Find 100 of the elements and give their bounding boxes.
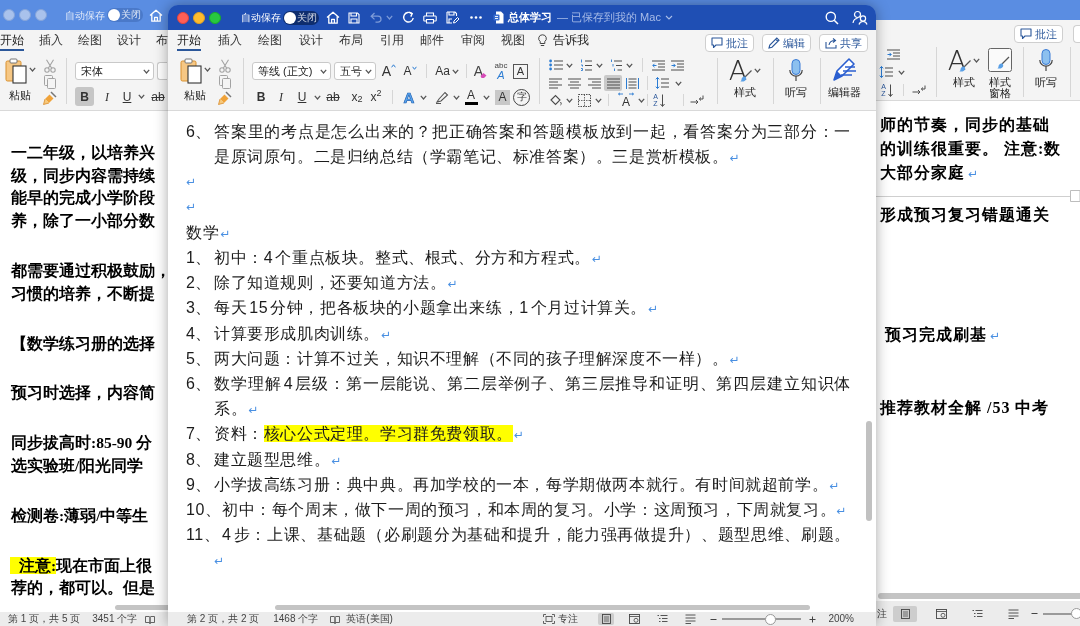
dictate-button[interactable]: 听写 [783, 56, 809, 98]
ribbon-tab[interactable]: 邮件 [420, 30, 444, 51]
align-distributed-button[interactable] [623, 75, 641, 91]
superscript-button[interactable]: x$^{2}$ [368, 88, 384, 106]
print-layout-button[interactable] [893, 605, 917, 622]
ribbon-tab[interactable]: 绘图 [78, 30, 102, 51]
dictate-button[interactable]: 听写 [1033, 46, 1059, 88]
home-icon[interactable] [326, 11, 340, 24]
underline-button[interactable]: U [120, 87, 134, 106]
strikethrough-button[interactable]: ab [150, 87, 166, 106]
caret-icon[interactable] [451, 68, 459, 74]
ribbon-tab[interactable]: 插入 [217, 30, 242, 51]
comment-button[interactable]: 批注 [705, 34, 754, 52]
styles-button[interactable]: A 样式 [945, 46, 983, 88]
caret-icon[interactable] [566, 97, 573, 103]
multilevel-list-icon[interactable] [610, 59, 622, 71]
caret-icon[interactable] [638, 97, 645, 103]
numbering-icon[interactable] [580, 59, 592, 71]
ribbon-tab[interactable]: 视图 [501, 30, 525, 51]
print-icon[interactable] [423, 11, 437, 24]
autosave-toggle[interactable]: 关闭 [107, 8, 143, 22]
shrink-font-button[interactable]: A [403, 62, 417, 80]
chevron-icon[interactable] [664, 15, 673, 20]
edit-button[interactable]: 编辑 [762, 34, 811, 52]
ribbon-tab[interactable]: 插入 [39, 30, 63, 51]
clear-formatting-button[interactable]: A [473, 62, 488, 80]
line-spacing-icon[interactable] [655, 77, 669, 89]
caret-icon[interactable] [483, 94, 490, 100]
save-as-icon[interactable] [446, 11, 459, 24]
zoom-slider[interactable] [1043, 608, 1080, 619]
strikethrough-button[interactable]: ab [325, 88, 341, 106]
ribbon-tab[interactable]: 布局 [339, 30, 363, 51]
autosave-toggle[interactable]: 关闭 [283, 10, 319, 25]
comment-button[interactable]: 批注 [1014, 25, 1063, 43]
font-size-field[interactable]: 五号 [334, 62, 376, 80]
caret-icon[interactable] [320, 68, 327, 74]
caret-icon[interactable] [626, 62, 633, 68]
slider-thumb[interactable] [765, 613, 777, 625]
italic-button[interactable]: I [273, 88, 289, 106]
font-size-field[interactable] [157, 62, 167, 80]
zoom-slider[interactable] [722, 613, 802, 625]
bold-button[interactable]: B [75, 87, 94, 106]
proofing-icon[interactable] [330, 614, 341, 624]
character-shading-button[interactable]: A [495, 89, 510, 105]
bold-button[interactable]: B [253, 88, 269, 106]
tell-me-button[interactable]: 告诉我 [538, 30, 589, 51]
caret-icon[interactable] [203, 67, 211, 72]
line-spacing-icon[interactable] [879, 66, 893, 78]
more-icon[interactable] [470, 16, 482, 19]
caret-icon[interactable] [453, 94, 460, 100]
vertical-scrollbar[interactable] [866, 421, 872, 521]
minus-icon[interactable] [1031, 610, 1038, 617]
caret-icon[interactable] [365, 68, 372, 74]
italic-button[interactable]: I [100, 87, 114, 106]
editor-button[interactable]: 编辑器 [827, 56, 861, 98]
caret-icon[interactable] [973, 57, 981, 63]
format-painter-icon[interactable] [218, 91, 232, 105]
caret-icon[interactable] [595, 97, 602, 103]
caret-icon[interactable] [675, 80, 682, 86]
borders-icon[interactable] [578, 93, 591, 107]
caret-icon[interactable] [143, 68, 150, 74]
ribbon-tab[interactable]: 审阅 [460, 30, 485, 51]
grow-font-button[interactable]: A [381, 62, 397, 80]
minimize-button[interactable] [193, 11, 205, 24]
ribbon-tab[interactable]: 布 [156, 30, 168, 51]
subscript-button[interactable]: x$_{2}$ [349, 88, 365, 106]
focus-icon[interactable] [543, 614, 556, 624]
ribbon-tab[interactable]: 设计 [298, 30, 323, 51]
book-icon[interactable] [145, 614, 156, 624]
font-color-button[interactable]: A [463, 88, 479, 106]
horizontal-scrollbar[interactable] [275, 605, 810, 610]
character-border-button[interactable]: A [513, 63, 528, 79]
redo-icon[interactable] [402, 11, 415, 24]
caret-icon[interactable] [314, 94, 321, 100]
return-arrow-icon[interactable] [912, 85, 926, 95]
bullets-icon[interactable] [549, 59, 563, 71]
caret-icon[interactable] [898, 69, 905, 75]
caret-icon[interactable] [754, 67, 762, 73]
paint-bucket-icon[interactable] [549, 94, 562, 106]
paste-button[interactable]: 粘贴 [3, 58, 37, 102]
web-layout-button[interactable] [626, 613, 643, 625]
phonetic-guide-button[interactable]: abc A [491, 61, 511, 81]
plus-icon[interactable] [809, 615, 817, 623]
underline-button[interactable]: U [294, 88, 310, 106]
ribbon-tab[interactable]: 设计 [117, 30, 141, 51]
paste-button[interactable]: 粘贴 [178, 58, 212, 102]
caret-icon[interactable] [138, 94, 145, 99]
caret-icon[interactable] [28, 67, 36, 72]
character-spacing-button[interactable]: A [618, 92, 634, 108]
slider-thumb[interactable] [1070, 608, 1080, 619]
return-arrow-icon[interactable] [690, 95, 704, 105]
save-icon[interactable] [348, 11, 360, 24]
zoom-button[interactable] [209, 11, 221, 24]
print-layout-button[interactable] [598, 613, 615, 625]
ribbon-tab[interactable]: 引用 [379, 30, 404, 51]
horizontal-scrollbar[interactable] [878, 593, 1080, 599]
caret-icon[interactable] [566, 62, 573, 68]
search-icon[interactable] [825, 10, 839, 25]
caret-icon[interactable] [596, 62, 603, 68]
format-painter-icon[interactable] [43, 91, 57, 105]
